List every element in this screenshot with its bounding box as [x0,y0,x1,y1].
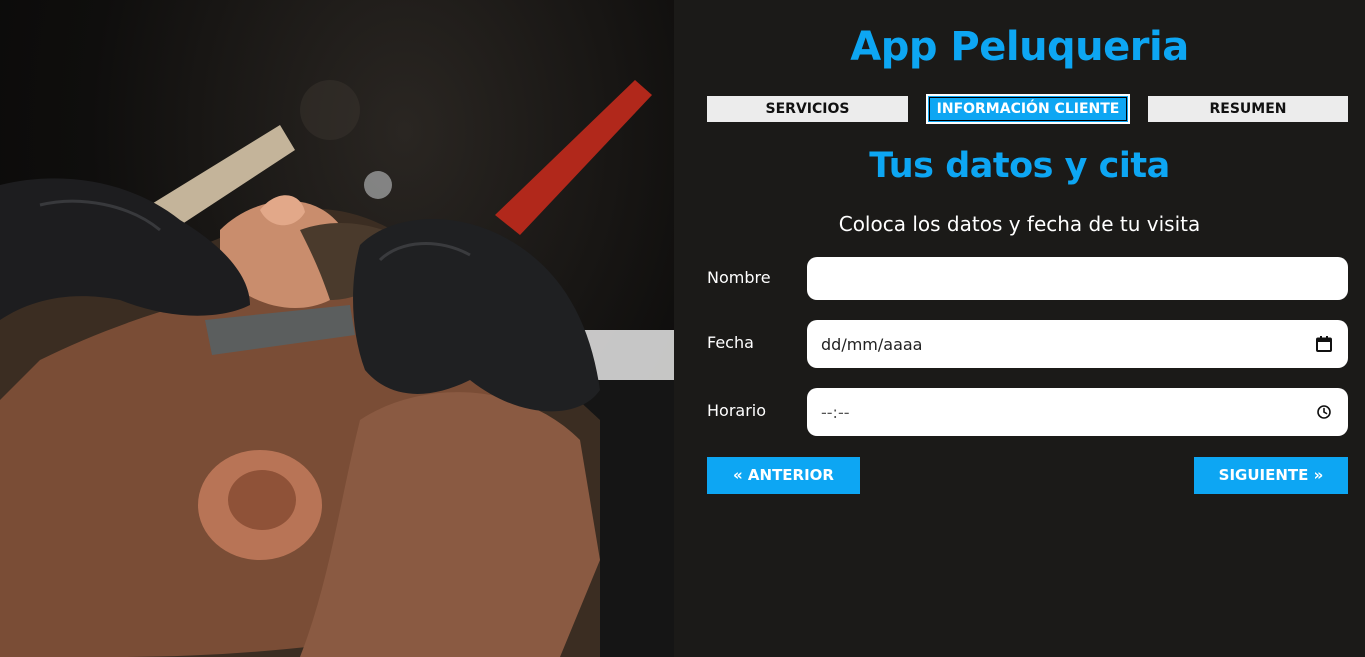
horario-label: Horario [707,401,767,420]
fecha-label: Fecha [707,333,754,352]
tab-informacion-cliente[interactable]: INFORMACIÓN CLIENTE [926,94,1130,124]
tab-resumen[interactable]: RESUMEN [1148,96,1348,122]
fecha-placeholder: dd/mm/aaaa [821,334,923,354]
clock-icon[interactable] [1314,402,1334,422]
section-title: Tus datos y cita [869,146,1170,186]
app-title: App Peluqueria [850,24,1189,70]
calendar-icon[interactable] [1314,334,1334,354]
nombre-input[interactable] [807,257,1348,300]
barber-photo-illustration [0,80,674,657]
hero-image [0,0,674,657]
section-subtitle: Coloca los datos y fecha de tu visita [838,212,1201,236]
anterior-button[interactable]: « ANTERIOR [707,457,860,494]
step-tabs: SERVICIOS INFORMACIÓN CLIENTE RESUMEN [707,94,1348,124]
horario-placeholder: --:-- [821,402,850,422]
tab-servicios[interactable]: SERVICIOS [707,96,908,122]
app-layout: App Peluqueria SERVICIOS INFORMACIÓN CLI… [0,0,1365,657]
nombre-label: Nombre [707,268,771,287]
siguiente-button[interactable]: SIGUIENTE » [1194,457,1348,494]
horario-input[interactable]: --:-- [807,388,1348,436]
form-panel: App Peluqueria SERVICIOS INFORMACIÓN CLI… [674,0,1365,657]
fecha-input[interactable]: dd/mm/aaaa [807,320,1348,368]
